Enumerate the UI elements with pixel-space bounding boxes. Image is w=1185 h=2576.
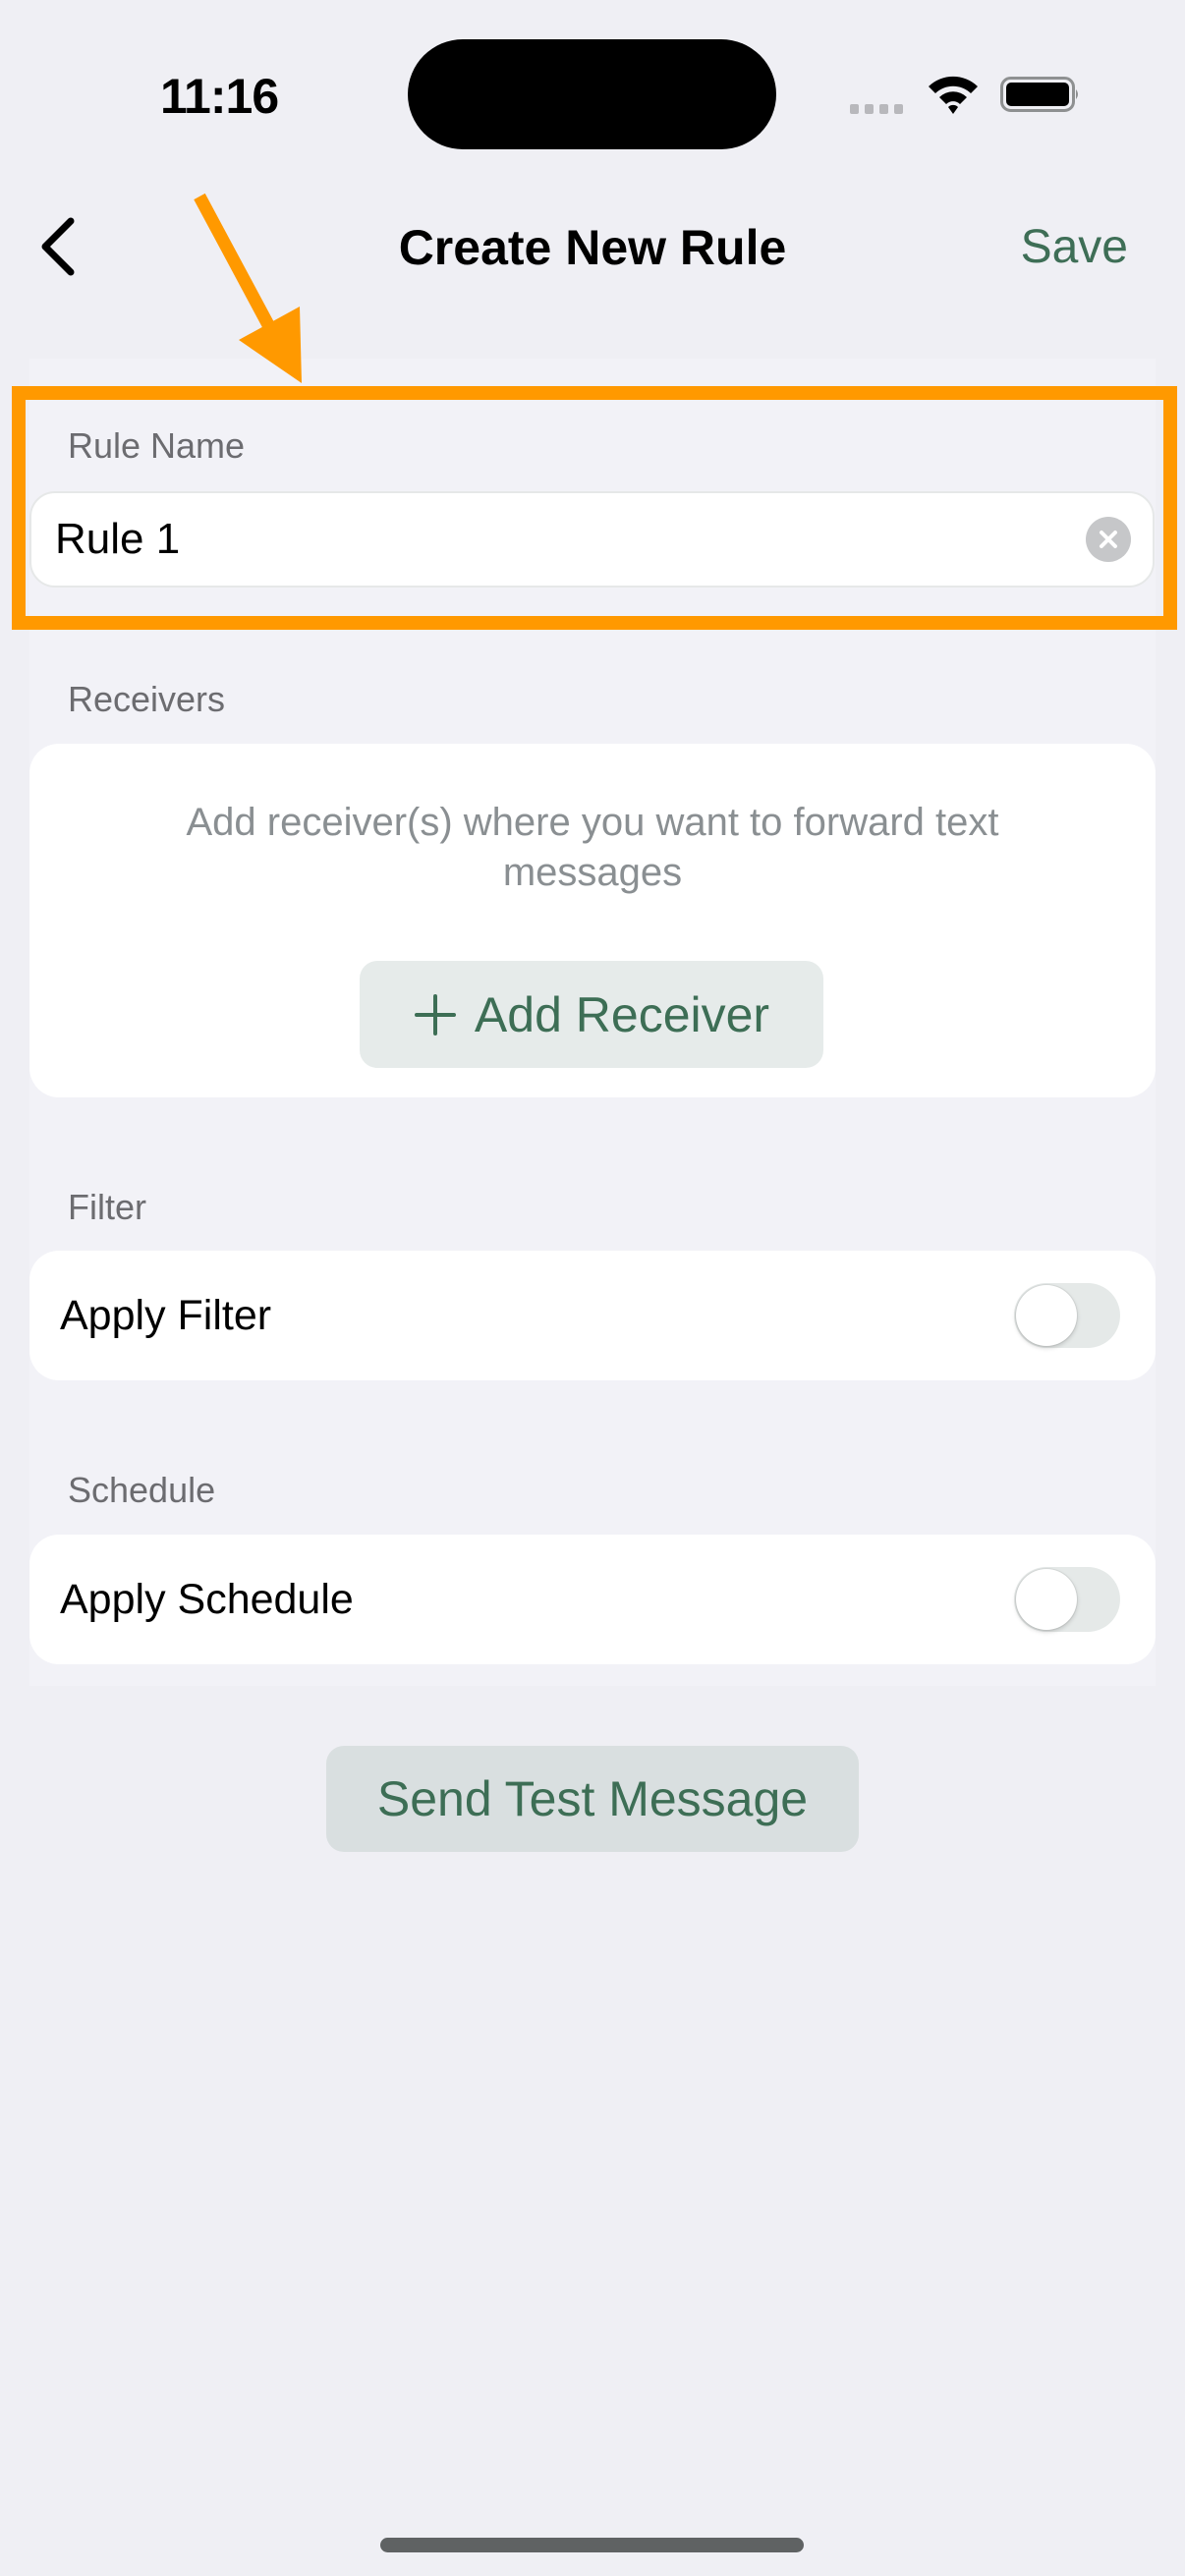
filter-label: Filter — [68, 1187, 146, 1227]
apply-schedule-toggle[interactable] — [1014, 1567, 1120, 1632]
battery-icon — [1000, 77, 1078, 112]
page-title: Create New Rule — [398, 220, 787, 275]
receivers-label: Receivers — [68, 679, 226, 719]
apply-filter-label: Apply Filter — [60, 1291, 272, 1339]
apply-schedule-row: Apply Schedule — [29, 1535, 1156, 1664]
apply-filter-toggle[interactable] — [1014, 1283, 1120, 1348]
status-time: 11:16 — [160, 69, 279, 124]
apply-schedule-label: Apply Schedule — [60, 1575, 354, 1623]
signal-icon — [850, 104, 903, 114]
add-receiver-button[interactable]: Add Receiver — [360, 961, 823, 1068]
plus-icon — [414, 993, 456, 1036]
schedule-label: Schedule — [68, 1470, 216, 1510]
receivers-hint: Add receiver(s) where you want to forwar… — [186, 801, 999, 894]
annotation-highlight-box — [12, 386, 1177, 630]
wifi-icon — [929, 76, 978, 114]
toggle-knob — [1016, 1285, 1077, 1346]
send-test-message-button[interactable]: Send Test Message — [326, 1746, 859, 1852]
add-receiver-label: Add Receiver — [474, 986, 770, 1042]
save-button[interactable]: Save — [1021, 218, 1128, 277]
apply-filter-row: Apply Filter — [29, 1251, 1156, 1380]
toggle-knob — [1016, 1569, 1077, 1630]
home-indicator[interactable] — [380, 2538, 804, 2552]
dynamic-island — [408, 39, 776, 149]
